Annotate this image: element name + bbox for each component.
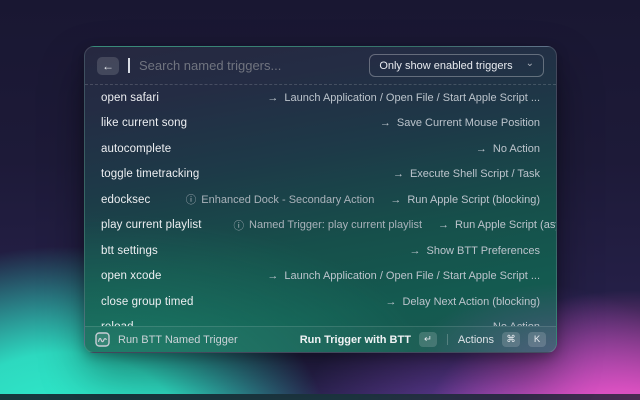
trigger-list: open safari → Launch Application / Open …	[85, 85, 556, 326]
trigger-action: → Save Current Mouse Position	[380, 117, 540, 129]
arrow-right-icon: →	[392, 168, 404, 181]
list-item[interactable]: edocksec ⓘ Enhanced Dock - Secondary Act…	[85, 187, 556, 213]
footer-divider	[446, 334, 448, 345]
btt-app-icon	[95, 332, 110, 347]
trigger-action-text: Launch Application / Open File / Start A…	[284, 270, 540, 283]
trigger-action-text: Run Apple Script (blocking)	[407, 193, 540, 206]
k-key[interactable]: K	[528, 332, 546, 347]
trigger-action-text: No Action	[492, 142, 540, 155]
info-icon: ⓘ	[185, 194, 197, 207]
list-item[interactable]: open safari → Launch Application / Open …	[85, 85, 556, 111]
list-item[interactable]: reload → No Action	[85, 315, 556, 326]
list-item[interactable]: btt settings → Show BTT Preferences	[85, 238, 556, 264]
trigger-action-text: Delay Next Action (blocking)	[402, 295, 540, 308]
trigger-action: → No Action	[476, 143, 540, 155]
text-caret	[128, 58, 130, 73]
primary-action-label[interactable]: Run Trigger with BTT	[300, 334, 411, 346]
trigger-action: → Launch Application / Open File / Start…	[267, 270, 540, 282]
info-icon: ⓘ	[233, 219, 245, 232]
trigger-title: like current song	[101, 117, 188, 130]
trigger-title: toggle timetracking	[101, 168, 200, 181]
trigger-title: close group timed	[101, 295, 194, 308]
trigger-action-text: Show BTT Preferences	[426, 244, 540, 257]
trigger-action: → Run Apple Script (async in background)	[438, 219, 556, 231]
arrow-right-icon: →	[385, 295, 397, 308]
list-item[interactable]: toggle timetracking → Execute Shell Scri…	[85, 162, 556, 188]
trigger-subtitle: ⓘ Enhanced Dock - Secondary Action	[186, 192, 375, 207]
arrow-right-icon: →	[475, 142, 487, 155]
command-key-icon[interactable]: ⌘	[502, 332, 520, 347]
return-key-icon[interactable]: ↵	[418, 332, 437, 347]
arrow-right-icon: →	[390, 193, 402, 206]
arrow-right-icon: →	[267, 270, 279, 283]
chevron-down-icon: ⌄	[525, 58, 534, 69]
arrow-right-icon: →	[379, 117, 391, 130]
list-item[interactable]: like current song → Save Current Mouse P…	[85, 111, 556, 137]
trigger-subtitle-text: Named Trigger: play current playlist	[249, 219, 423, 232]
trigger-action: → Show BTT Preferences	[409, 245, 540, 257]
wallpaper-bottom-strip	[0, 394, 640, 400]
trigger-action-text: Launch Application / Open File / Start A…	[284, 91, 540, 104]
arrow-right-icon: →	[267, 91, 279, 104]
trigger-title: edocksec	[101, 193, 151, 206]
trigger-subtitle-text: Enhanced Dock - Secondary Action	[201, 193, 375, 206]
footer-app-label: Run BTT Named Trigger	[118, 333, 238, 346]
trigger-title: open xcode	[101, 270, 162, 283]
trigger-subtitle: ⓘ Named Trigger: play current playlist	[234, 218, 423, 233]
trigger-title: play current playlist	[101, 219, 202, 232]
footer: Run BTT Named Trigger Run Trigger with B…	[85, 326, 556, 352]
filter-dropdown-label: Only show enabled triggers	[379, 59, 513, 72]
trigger-title: btt settings	[101, 244, 158, 257]
trigger-action-text: Run Apple Script (async in background)	[455, 219, 556, 232]
trigger-action-text: Execute Shell Script / Task	[409, 168, 540, 181]
back-button[interactable]: ←	[97, 56, 119, 75]
arrow-right-icon: →	[438, 219, 450, 232]
back-arrow-icon: ←	[102, 58, 114, 73]
trigger-action: → Launch Application / Open File / Start…	[267, 92, 540, 104]
launcher-window: ← Only show enabled triggers ⌄ open safa…	[84, 46, 557, 353]
trigger-action: → Execute Shell Script / Task	[393, 168, 540, 180]
header: ← Only show enabled triggers ⌄	[85, 47, 556, 85]
list-item[interactable]: play current playlist ⓘ Named Trigger: p…	[85, 213, 556, 239]
trigger-title: open safari	[101, 91, 159, 104]
trigger-action: → Run Apple Script (blocking)	[390, 194, 540, 206]
list-item[interactable]: open xcode → Launch Application / Open F…	[85, 264, 556, 290]
search-input[interactable]	[139, 58, 361, 73]
trigger-action-text: Save Current Mouse Position	[396, 117, 540, 130]
list-item[interactable]: autocomplete → No Action	[85, 136, 556, 162]
list-item[interactable]: close group timed → Delay Next Action (b…	[85, 289, 556, 315]
actions-button[interactable]: Actions	[458, 334, 494, 346]
trigger-title: autocomplete	[101, 142, 172, 155]
arrow-right-icon: →	[409, 244, 421, 257]
filter-dropdown[interactable]: Only show enabled triggers ⌄	[369, 54, 544, 77]
trigger-action: → Delay Next Action (blocking)	[385, 296, 540, 308]
